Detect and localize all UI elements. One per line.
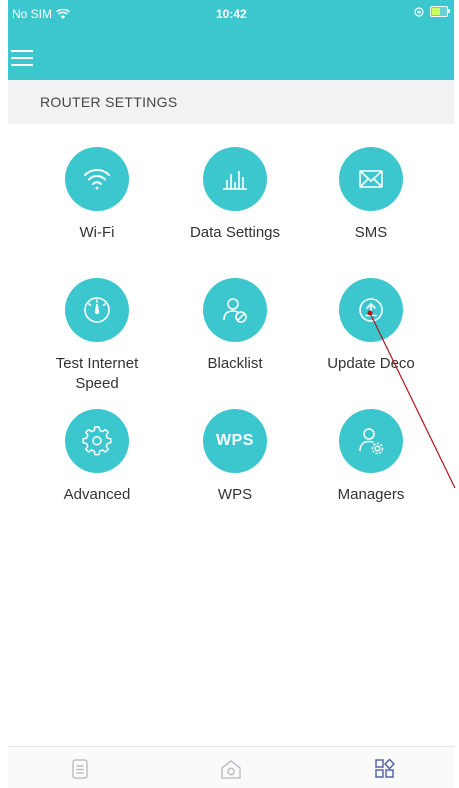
tile-label: Data Settings <box>189 224 281 241</box>
more-apps-icon[interactable] <box>373 757 397 781</box>
list-icon[interactable] <box>68 757 92 781</box>
status-carrier: No SIM <box>12 7 70 21</box>
envelope-icon <box>339 147 403 211</box>
tile-blacklist[interactable]: Blacklist <box>170 278 300 374</box>
orientation-lock-icon <box>414 6 424 17</box>
status-right <box>414 6 450 17</box>
status-time: 10:42 <box>216 7 247 21</box>
settings-grid: Wi-Fi Data Settings SMS Test Internet Sp… <box>8 124 454 746</box>
tile-advanced[interactable]: Advanced <box>32 409 162 505</box>
carrier-label: No SIM <box>12 7 53 21</box>
speedometer-icon <box>65 278 129 342</box>
user-settings-icon <box>339 409 403 473</box>
blocked-user-icon <box>203 278 267 342</box>
home-icon[interactable] <box>219 757 243 781</box>
wifi-icon <box>65 147 129 211</box>
bottom-tab-bar <box>8 746 454 788</box>
app-header: No SIM 10:42 <box>8 0 454 80</box>
upload-icon <box>339 278 403 342</box>
tile-label: SMS <box>354 224 388 241</box>
tile-label: Advanced <box>63 486 131 503</box>
tile-test-internet-speed[interactable]: Test Internet Speed <box>32 278 162 394</box>
tile-sms[interactable]: SMS <box>306 147 436 243</box>
wps-icon-text: WPS <box>216 432 254 449</box>
wifi-signal-icon <box>56 8 70 19</box>
hamburger-menu-icon[interactable] <box>11 50 33 66</box>
section-title: ROUTER SETTINGS <box>40 94 178 110</box>
battery-fill <box>432 8 440 15</box>
tile-label: Wi-Fi <box>79 224 115 241</box>
tile-wifi[interactable]: Wi-Fi <box>32 147 162 243</box>
tile-managers[interactable]: Managers <box>306 409 436 505</box>
tile-data-settings[interactable]: Data Settings <box>170 147 300 243</box>
section-header: ROUTER SETTINGS <box>8 80 454 124</box>
right-margin <box>454 0 459 787</box>
tile-label: Blacklist <box>207 355 263 372</box>
gear-icon <box>65 409 129 473</box>
wps-icon: WPS <box>203 409 267 473</box>
tile-update-deco[interactable]: Update Deco <box>306 278 436 374</box>
tile-label: Update Deco <box>327 355 415 372</box>
tile-wps[interactable]: WPS WPS <box>170 409 300 505</box>
left-margin <box>0 0 8 787</box>
tile-label: WPS <box>217 486 253 503</box>
tile-label: Managers <box>337 486 405 503</box>
bar-chart-icon <box>203 147 267 211</box>
battery-icon <box>430 6 450 17</box>
tile-label: Test Internet Speed <box>55 355 139 392</box>
